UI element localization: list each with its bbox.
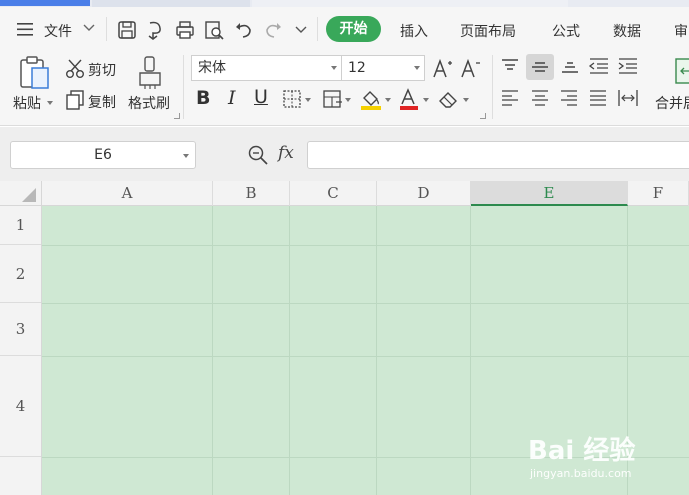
chevron-down-icon [414,66,420,70]
tab-formulas[interactable]: 公式 [552,21,580,41]
row-header-2[interactable]: 2 [0,245,41,303]
font-size-select[interactable]: 12 [341,55,425,81]
increase-font-size-icon[interactable] [431,57,455,79]
align-middle-icon [532,62,548,72]
column-header-e[interactable]: E [471,181,628,206]
borders-icon[interactable] [282,89,302,109]
column-header-f[interactable]: F [628,181,689,206]
font-dialog-launcher[interactable] [480,113,486,119]
select-all-corner[interactable] [0,181,42,206]
increase-indent-icon[interactable] [617,57,639,75]
tab-insert[interactable]: 插入 [400,21,428,41]
baidu-jingyan-watermark: Bai 经验 jingyan.baidu.com [528,430,688,490]
export-icon[interactable] [145,19,167,41]
bold-icon[interactable]: B [196,87,210,109]
zoom-icon[interactable] [247,144,269,166]
merge-center-icon[interactable] [674,57,689,87]
watermark-logo-text: Bai 经验 [528,436,636,466]
window-tab-strip [0,0,689,7]
decrease-indent-icon[interactable] [588,57,610,75]
distributed-align-icon[interactable] [617,88,639,108]
borders-dropdown-caret[interactable] [305,98,311,102]
window-tab[interactable] [92,0,250,7]
tab-page-layout[interactable]: 页面布局 [460,21,516,41]
clear-dropdown-caret[interactable] [463,98,469,102]
formula-bar: E6 fx [0,127,689,181]
tab-review[interactable]: 审 [674,21,688,41]
cell-style-dropdown-caret[interactable] [345,98,351,102]
eraser-icon[interactable] [437,88,461,110]
align-bottom-icon[interactable] [560,57,580,75]
clipboard-dialog-launcher[interactable] [174,113,180,119]
column-header-a[interactable]: A [42,181,213,206]
cut-button[interactable]: 剪切 [88,60,116,80]
row-header-3[interactable]: 3 [0,303,41,356]
align-left-icon[interactable] [500,89,520,107]
font-color-dropdown-caret[interactable] [423,98,429,102]
menubar: 文件 开始 插入 页面布局 公式 数据 审 [0,7,689,51]
select-all-triangle-icon [22,188,36,202]
copy-icon[interactable] [64,89,86,111]
undo-icon[interactable] [233,19,255,41]
cell-reference: E6 [94,147,112,163]
chevron-down-icon[interactable] [82,23,96,33]
underline-icon[interactable]: U [254,86,268,108]
column-headers: A B C D E F [0,181,689,206]
align-middle-button[interactable] [526,54,554,80]
tab-home[interactable]: 开始 [326,16,381,42]
print-preview-icon[interactable] [203,19,225,41]
redo-icon[interactable] [262,19,284,41]
row-header-4[interactable]: 4 [0,356,41,457]
decrease-font-size-icon[interactable] [459,57,483,79]
insert-function-button[interactable]: fx [278,143,294,163]
watermark-url: jingyan.baidu.com [530,467,632,480]
paste-icon[interactable] [18,55,52,91]
fill-color-dropdown-caret[interactable] [385,98,391,102]
file-menu[interactable]: 文件 [44,21,72,41]
save-icon[interactable] [116,19,138,41]
merge-cells-icon[interactable] [322,89,344,109]
align-top-icon[interactable] [500,57,520,75]
fill-color-icon[interactable] [359,87,383,111]
row-header-1[interactable]: 1 [0,206,41,245]
font-name-select[interactable]: 宋体 [191,55,342,81]
column-header-c[interactable]: C [290,181,377,206]
font-name-value: 宋体 [198,60,226,76]
scissors-icon[interactable] [64,58,86,80]
merge-center-button[interactable]: 合并居 [655,93,689,113]
format-painter-icon[interactable] [136,55,164,91]
align-center-icon[interactable] [530,89,550,107]
font-color-icon[interactable] [398,87,420,111]
justify-icon[interactable] [588,89,608,107]
row-headers: 1 2 3 4 [0,206,42,495]
ribbon-home: 粘贴 剪切 复制 格式刷 宋体 12 B I U 合并 [0,51,689,126]
chevron-down-icon[interactable] [183,154,189,158]
format-painter-button[interactable]: 格式刷 [128,93,170,113]
window-tab[interactable] [252,0,568,7]
customize-toolbar-icon[interactable] [294,25,308,35]
chevron-down-icon [331,66,337,70]
column-header-d[interactable]: D [377,181,471,206]
active-window-tab[interactable] [0,0,90,6]
font-size-value: 12 [348,60,366,76]
column-header-b[interactable]: B [213,181,290,206]
paste-button[interactable]: 粘贴 [13,93,41,113]
hamburger-menu-icon[interactable] [16,20,36,38]
name-box[interactable]: E6 [10,141,196,169]
tab-data[interactable]: 数据 [613,21,641,41]
italic-icon[interactable]: I [228,87,236,109]
row-header-5[interactable] [0,457,41,495]
align-right-icon[interactable] [559,89,579,107]
formula-input[interactable] [307,141,689,169]
print-icon[interactable] [174,19,196,41]
copy-button[interactable]: 复制 [88,92,116,112]
paste-dropdown-caret[interactable] [47,101,53,105]
